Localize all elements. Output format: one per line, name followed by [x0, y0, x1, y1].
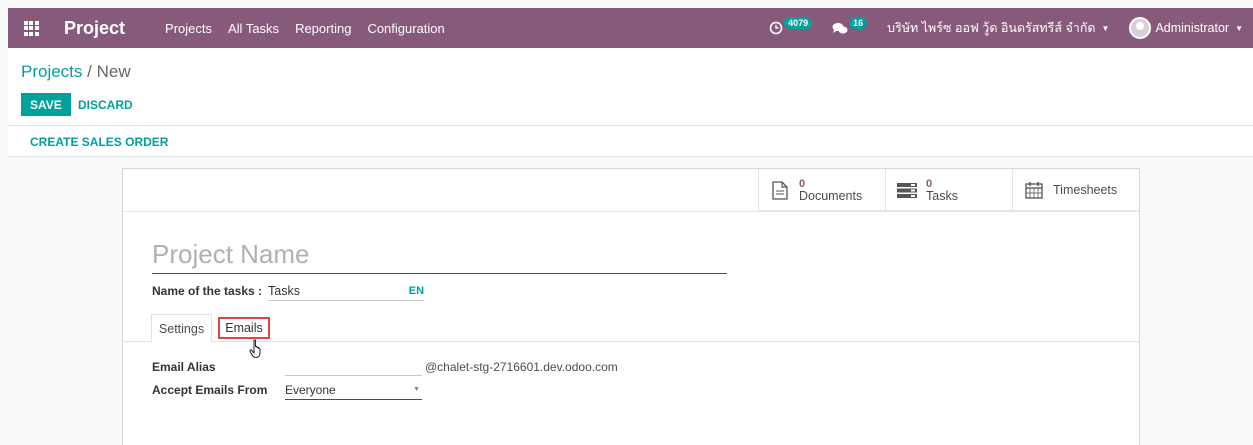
timesheets-smart-button[interactable]: Timesheets — [1012, 169, 1139, 211]
discard-button[interactable]: DISCARD — [78, 93, 133, 116]
chat-bubbles-icon — [832, 22, 848, 33]
tasks-name-value: Tasks — [268, 283, 300, 298]
documents-stat: 0 Documents — [799, 178, 862, 202]
email-alias-label: Email Alias — [152, 360, 216, 374]
menu-item-reporting[interactable]: Reporting — [295, 21, 351, 36]
tab-emails-label: Emails — [218, 317, 270, 339]
menu-item-configuration[interactable]: Configuration — [367, 21, 444, 36]
tasks-stat: 0 Tasks — [926, 178, 958, 202]
save-button[interactable]: SAVE — [21, 93, 71, 116]
app-brand[interactable]: Project — [64, 18, 125, 39]
accept-emails-value: Everyone — [285, 382, 336, 397]
breadcrumb-current: New — [96, 62, 131, 81]
menu-item-all-tasks[interactable]: All Tasks — [228, 21, 279, 36]
tab-emails[interactable]: Emails — [212, 314, 276, 342]
tasks-name-field[interactable]: Tasks EN — [268, 281, 425, 301]
tab-settings[interactable]: Settings — [151, 314, 212, 342]
accept-emails-label: Accept Emails From — [152, 383, 268, 397]
notebook-tabs: Settings Emails — [123, 314, 1139, 342]
apps-grid-icon — [23, 20, 39, 36]
chevron-down-icon: ▼ — [413, 386, 420, 393]
create-sales-order-button[interactable]: CREATE SALES ORDER — [30, 135, 168, 149]
user-name: Administrator — [1155, 21, 1230, 35]
company-switcher[interactable]: บริษัท ไพร์ซ ออฟ วู้ด อินดรัสทรีส์ จำกัด… — [877, 8, 1119, 48]
form-statusbar: CREATE SALES ORDER — [8, 127, 1253, 157]
company-name: บริษัท ไพร์ซ ออฟ วู้ด อินดรัสทรีส์ จำกัด — [887, 21, 1096, 35]
translate-button[interactable]: EN — [409, 285, 424, 297]
documents-smart-button[interactable]: 0 Documents — [758, 169, 885, 211]
messages-button[interactable]: 16 — [822, 8, 877, 48]
form-sheet: 0 Documents 0 Tasks Timesheets Name of t… — [122, 168, 1140, 445]
documents-label: Documents — [799, 189, 863, 203]
hand-cursor-icon — [249, 339, 261, 359]
activity-clock-icon — [769, 21, 783, 35]
tasks-icon — [896, 179, 918, 201]
control-panel: Projects / New SAVE DISCARD — [8, 48, 1253, 126]
activity-count-badge: 4079 — [784, 17, 813, 29]
accept-emails-select[interactable]: Everyone ▼ — [285, 380, 422, 400]
chevron-down-icon: ▼ — [1101, 23, 1110, 33]
accept-emails-row: Accept Emails From Everyone ▼ — [152, 380, 422, 400]
timesheets-label: Timesheets — [1053, 183, 1118, 197]
activity-button[interactable]: 4079 — [759, 8, 822, 48]
navbar-right: 4079 16 บริษัท ไพร์ซ ออฟ วู้ด อินดรัสทรี… — [759, 8, 1253, 48]
smart-button-box: 0 Documents 0 Tasks Timesheets — [758, 169, 1139, 211]
main-menu: Projects All Tasks Reporting Configurati… — [165, 21, 445, 36]
sheet-divider — [123, 211, 1139, 212]
apps-menu-button[interactable] — [8, 8, 54, 48]
message-count-badge: 16 — [849, 17, 868, 29]
tasks-name-row: Name of the tasks : Tasks EN — [152, 281, 425, 301]
user-menu[interactable]: Administrator ▼ — [1119, 8, 1253, 48]
calendar-icon — [1023, 179, 1045, 201]
avatar — [1129, 17, 1152, 39]
project-name-input[interactable] — [152, 236, 727, 274]
chevron-down-icon: ▼ — [1235, 23, 1243, 33]
top-navbar: Project Projects All Tasks Reporting Con… — [8, 8, 1253, 48]
email-alias-input[interactable] — [285, 358, 422, 376]
breadcrumb-separator: / — [82, 62, 97, 81]
document-icon — [769, 179, 791, 201]
tasks-name-label: Name of the tasks : — [152, 284, 263, 298]
breadcrumb-projects-link[interactable]: Projects — [21, 62, 82, 81]
breadcrumb: Projects / New — [21, 62, 131, 82]
tasks-label: Tasks — [926, 189, 958, 203]
email-alias-domain: @chalet-stg-2716601.dev.odoo.com — [425, 360, 618, 374]
email-alias-row: Email Alias @chalet-stg-2716601.dev.odoo… — [152, 358, 618, 376]
tasks-smart-button[interactable]: 0 Tasks — [885, 169, 1012, 211]
menu-item-projects[interactable]: Projects — [165, 21, 212, 36]
